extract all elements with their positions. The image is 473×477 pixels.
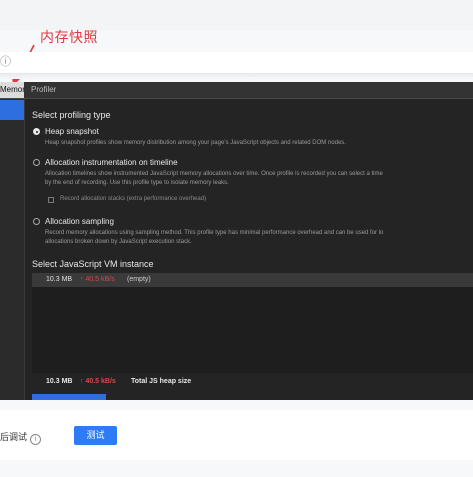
option-allocation-sampling-desc-line2: allocations broken down by JavaScript ex…: [45, 239, 192, 245]
devtools-panel: Memory Profiler Select profiling type He…: [0, 82, 473, 400]
record-allocation-stacks-checkbox[interactable]: [48, 197, 54, 203]
take-snapshot-button[interactable]: [32, 394, 106, 400]
record-allocation-stacks-label: Record allocation stacks (extra performa…: [60, 196, 207, 202]
info-icon[interactable]: i: [30, 434, 42, 445]
option-heap-snapshot-desc: Heap snapshot profiles show memory distr…: [45, 140, 346, 146]
annotation-label: 内存快照: [40, 29, 98, 45]
header-bar: [0, 52, 473, 74]
info-icon[interactable]: ⓘ: [0, 53, 11, 69]
tab-memory[interactable]: Memory: [0, 82, 24, 98]
vm-row-name: (empty): [127, 276, 151, 283]
radio-allocation-timeline[interactable]: [33, 159, 40, 166]
vm-instance-list: 10.3 MB ↑ 40.5 kB/s (empty): [32, 273, 473, 373]
total-heap-label: Total JS heap size: [131, 378, 192, 385]
option-allocation-sampling-desc-line1: Record memory allocations using sampling…: [45, 230, 384, 236]
profiling-type-heading: Select profiling type: [32, 110, 111, 120]
vm-row-size: 10.3 MB: [46, 276, 73, 283]
test-button[interactable]: 测试: [74, 426, 117, 445]
devtools-tab-strip: Memory Profiler: [0, 82, 473, 99]
tab-profiler[interactable]: Profiler: [31, 82, 56, 98]
divider: [0, 73, 473, 79]
profiles-sidebar: [0, 99, 25, 400]
radio-heap-snapshot[interactable]: [33, 128, 40, 135]
top-gray-area: [0, 0, 473, 30]
after-debug-option: 后调试 i: [0, 430, 42, 445]
sidebar-selected-item[interactable]: [0, 100, 24, 120]
after-debug-label: 后调试: [0, 432, 28, 442]
vm-instance-heading: Select JavaScript VM instance: [32, 259, 154, 269]
option-allocation-sampling-title: Allocation sampling: [45, 217, 114, 226]
vm-instance-row[interactable]: 10.3 MB ↑ 40.5 kB/s (empty): [32, 273, 473, 287]
option-allocation-timeline-title: Allocation instrumentation on timeline: [45, 158, 178, 167]
bottom-toolbar: [0, 410, 473, 460]
total-heap-size: 10.3 MB: [46, 378, 73, 385]
option-heap-snapshot-title: Heap snapshot: [45, 127, 99, 136]
option-allocation-timeline-desc-line2: by the end of recording. Use this profil…: [45, 180, 229, 186]
vm-row-rate: ↑ 40.5 kB/s: [80, 276, 115, 283]
option-allocation-timeline-desc-line1: Allocation timelines show instrumented J…: [45, 171, 383, 177]
radio-allocation-sampling[interactable]: [33, 218, 40, 225]
total-heap-rate: ↑ 40.5 kB/s: [80, 378, 116, 385]
